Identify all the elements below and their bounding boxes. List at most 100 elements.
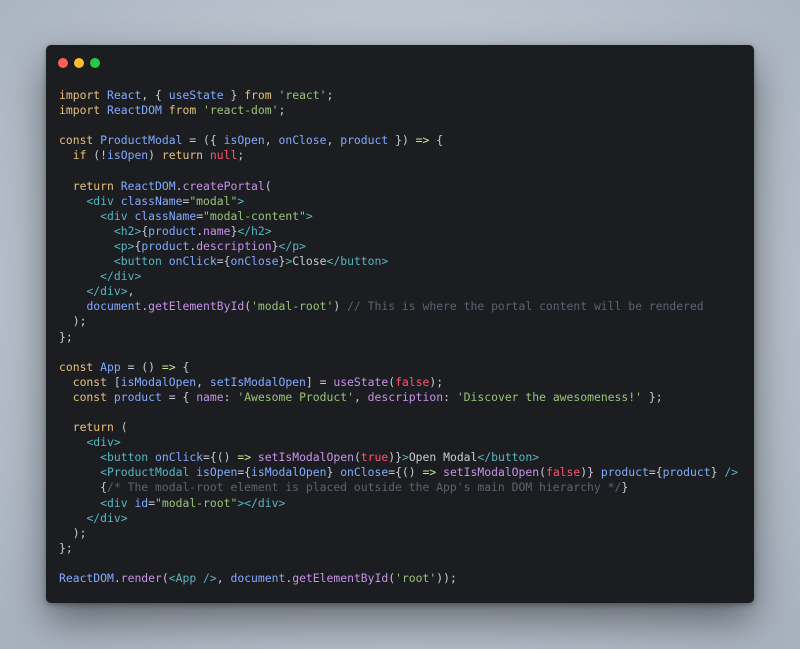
code-token: > bbox=[401, 450, 409, 465]
code-token: "modal-content" bbox=[203, 208, 306, 223]
code-token: ={() bbox=[388, 465, 423, 480]
code-line: import React, { useState } from 'react'; bbox=[59, 88, 738, 103]
code-token: , bbox=[353, 389, 368, 404]
code-token: document bbox=[86, 299, 142, 314]
code-token: ( bbox=[264, 178, 272, 193]
code-token: ReactDOM bbox=[107, 103, 162, 118]
code-token: </p> bbox=[278, 238, 306, 253]
code-token: "modal" bbox=[189, 193, 238, 208]
code-token: React bbox=[107, 88, 142, 102]
code-token: import bbox=[59, 88, 101, 102]
code-line: ); bbox=[59, 314, 738, 329]
code-token: render bbox=[120, 571, 162, 585]
code-token: className bbox=[120, 193, 183, 208]
code-line: const App = () => { bbox=[59, 360, 738, 375]
code-token: className bbox=[134, 208, 197, 223]
code-token: isModalOpen bbox=[120, 374, 197, 389]
code-token: 'root' bbox=[395, 571, 437, 585]
code-token: ={ bbox=[216, 254, 231, 269]
code-token: </h2> bbox=[237, 223, 272, 238]
code-token: App bbox=[100, 359, 121, 374]
code-token: onClose bbox=[340, 465, 389, 480]
code-token: </button> bbox=[326, 254, 389, 269]
code-token: ( bbox=[353, 450, 361, 465]
code-token: ReactDOM bbox=[59, 571, 114, 585]
code-token: const bbox=[59, 133, 94, 148]
code-token: const bbox=[72, 374, 108, 389]
code-token: isOpen bbox=[196, 465, 238, 480]
code-token: }) bbox=[388, 133, 416, 148]
code-token: const bbox=[72, 389, 108, 404]
code-window: import React, { useState } from 'react';… bbox=[46, 45, 754, 603]
code-token: const bbox=[59, 359, 94, 374]
code-token: => bbox=[415, 133, 430, 148]
code-token: setIsModalOpen bbox=[443, 465, 540, 480]
code-token: <div bbox=[100, 495, 128, 510]
code-line: <p>{product.description}</p> bbox=[59, 239, 738, 254]
code-token: , { bbox=[141, 88, 169, 102]
code-token: // This is where the portal content will… bbox=[347, 299, 704, 314]
code-token: { bbox=[175, 359, 190, 374]
code-line: ReactDOM.render(<App />, document.getEle… bbox=[59, 571, 738, 586]
code-line: }; bbox=[59, 330, 738, 345]
code-token: <div bbox=[100, 208, 128, 223]
code-block: import React, { useState } from 'react';… bbox=[59, 88, 738, 586]
code-token: product bbox=[141, 238, 190, 253]
window-titlebar bbox=[46, 45, 754, 81]
code-token: ( bbox=[539, 465, 546, 480]
code-token: ( bbox=[113, 420, 128, 435]
code-token: => bbox=[161, 359, 176, 374]
code-token: <ProductModal bbox=[100, 465, 190, 480]
code-token: } bbox=[621, 480, 629, 495]
code-token: getElementById bbox=[148, 299, 245, 314]
code-token: if bbox=[72, 148, 87, 163]
minimize-window-icon[interactable] bbox=[74, 58, 84, 68]
code-token: "modal-root" bbox=[155, 495, 238, 510]
code-token: ; bbox=[326, 88, 334, 102]
code-token: </div> bbox=[86, 284, 128, 299]
code-line: <div> bbox=[59, 435, 738, 450]
code-token: = bbox=[148, 495, 156, 510]
code-token: description bbox=[196, 238, 272, 253]
close-window-icon[interactable] bbox=[58, 58, 68, 68]
code-token: = () bbox=[120, 359, 162, 374]
code-line: const ProductModal = ({ isOpen, onClose,… bbox=[59, 133, 738, 148]
code-token: 'modal-root' bbox=[251, 299, 334, 314]
code-token: product bbox=[340, 133, 389, 148]
maximize-window-icon[interactable] bbox=[90, 58, 100, 68]
code-line: <button onClick={() => setIsModalOpen(tr… bbox=[59, 450, 738, 465]
code-token: Close bbox=[292, 254, 327, 269]
code-token: > bbox=[305, 208, 313, 223]
code-token: )} bbox=[388, 450, 402, 465]
code-line: </div>, bbox=[59, 284, 738, 299]
code-token: = ({ bbox=[182, 133, 224, 148]
code-token: return bbox=[161, 148, 204, 163]
code-token: 'Discover the awesomeness!' bbox=[456, 389, 642, 404]
code-line: <button onClick={onClose}>Close</button> bbox=[59, 254, 738, 269]
code-token: isOpen bbox=[107, 148, 149, 163]
code-token: from bbox=[244, 88, 272, 102]
code-line: <div className="modal-content"> bbox=[59, 209, 738, 224]
code-token: </div> bbox=[86, 510, 128, 525]
code-token: product bbox=[148, 223, 197, 238]
code-token: useState bbox=[333, 374, 389, 389]
code-token: (! bbox=[86, 148, 108, 163]
code-line: </div> bbox=[59, 511, 738, 526]
